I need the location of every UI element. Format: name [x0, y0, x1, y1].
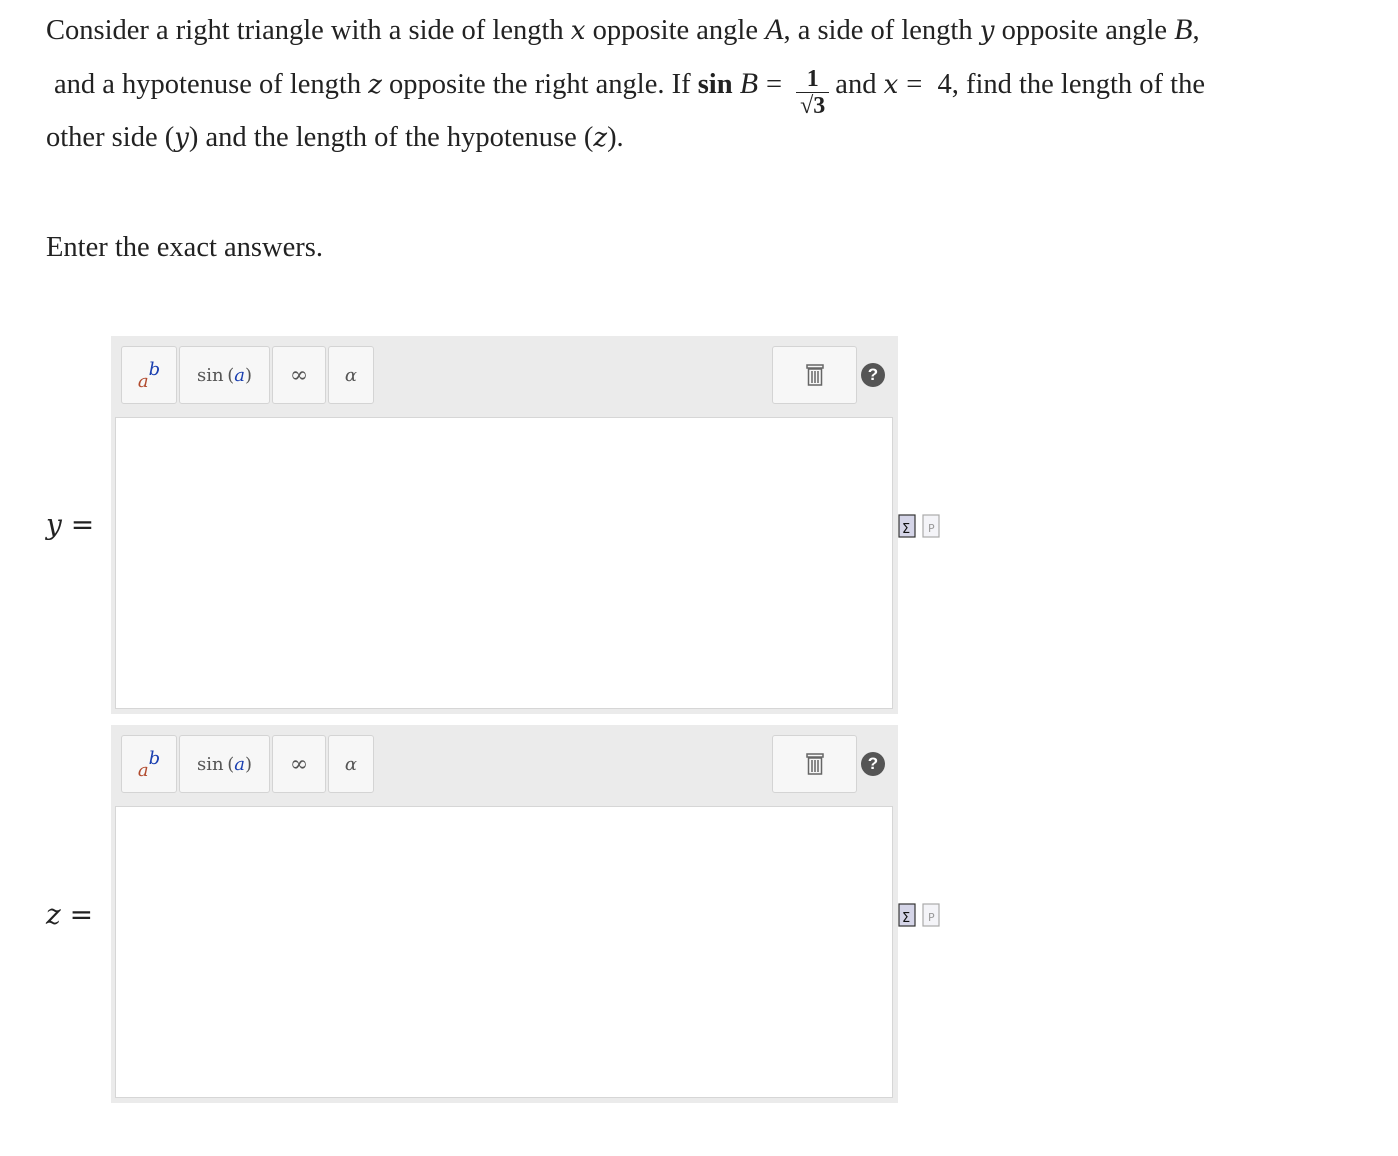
- equals-sign: =: [70, 508, 95, 541]
- equation-editor-icon[interactable]: Σ: [898, 514, 916, 538]
- function-arg: a: [234, 753, 245, 775]
- problem-text: and a hypotenuse of length: [54, 69, 369, 101]
- problem-text: and: [835, 69, 884, 101]
- fraction-denominator: √3: [796, 92, 830, 119]
- problem-text: ,: [1192, 15, 1200, 46]
- answer-tools-y: Σ P: [898, 514, 940, 538]
- answer-label-z: z =: [46, 898, 93, 931]
- equals-sign: =: [69, 898, 94, 931]
- alpha-symbol: α: [344, 753, 358, 775]
- help-button[interactable]: ?: [859, 346, 887, 404]
- equation-editor-icon[interactable]: Σ: [898, 903, 916, 927]
- svg-text:P: P: [928, 911, 935, 924]
- problem-line-1: Consider a right triangle with a side of…: [46, 12, 1200, 49]
- help-button[interactable]: ?: [859, 735, 887, 793]
- infinity-button[interactable]: ∞: [272, 346, 326, 404]
- problem-text: opposite the right angle. If: [381, 69, 698, 101]
- problem-line-3: other side (y) and the length of the hyp…: [46, 120, 624, 156]
- problem-text: other side (: [46, 122, 175, 153]
- function-button[interactable]: sin (a): [179, 735, 270, 793]
- problem-text: ).: [607, 122, 624, 153]
- clear-button[interactable]: [772, 735, 857, 793]
- problem-text: , a side of length: [783, 15, 980, 46]
- help-icon: ?: [861, 752, 885, 776]
- answer-var: z: [46, 898, 61, 931]
- answer-tools-z: Σ P: [898, 903, 940, 927]
- equals-sign: =: [906, 69, 923, 101]
- infinity-symbol: ∞: [289, 751, 309, 777]
- function-name: sin: [197, 753, 224, 775]
- math-editor-z: ab sin (a) ∞ α ?: [111, 725, 898, 1103]
- svg-text:Σ: Σ: [902, 911, 910, 926]
- answer-input-z[interactable]: [115, 806, 893, 1098]
- math-editor-y: ab sin (a) ∞ α ?: [111, 336, 898, 714]
- problem-text: Consider a right triangle with a side of…: [46, 15, 571, 46]
- var-y: y: [979, 16, 995, 46]
- var-z: z: [593, 123, 608, 153]
- function-arg: a: [234, 364, 245, 386]
- power-button[interactable]: ab: [121, 346, 177, 404]
- var-y: y: [174, 123, 189, 153]
- trash-icon: [805, 364, 824, 386]
- answer-label-y: y =: [46, 508, 94, 541]
- function-button[interactable]: sin (a): [179, 346, 270, 404]
- clear-button[interactable]: [772, 346, 857, 404]
- preview-icon[interactable]: P: [922, 514, 940, 538]
- trash-icon: [805, 753, 824, 775]
- help-icon: ?: [861, 363, 885, 387]
- equals-sign: =: [766, 69, 783, 101]
- greek-letters-button[interactable]: α: [328, 735, 374, 793]
- infinity-symbol: ∞: [289, 362, 309, 388]
- var-B: B: [1174, 13, 1193, 46]
- power-exponent: b: [148, 358, 161, 380]
- var-x: x: [570, 16, 586, 46]
- editor-toolbar: ab sin (a) ∞ α ?: [111, 725, 898, 805]
- problem-text: ) and the length of the hypotenuse (: [188, 122, 594, 153]
- fraction-1-over-sqrt3: 1 √3: [796, 66, 830, 119]
- answer-var: y: [46, 508, 62, 541]
- problem-text: opposite angle: [585, 15, 766, 46]
- var-z: z: [368, 70, 382, 101]
- problem-text: opposite angle: [994, 15, 1175, 46]
- instruction-text: Enter the exact answers.: [46, 232, 323, 263]
- var-x: x: [883, 70, 899, 101]
- power-base: a: [137, 759, 149, 781]
- svg-text:Σ: Σ: [902, 522, 910, 537]
- problem-text: 4, find the length of the: [930, 69, 1205, 101]
- var-B: B: [739, 67, 759, 101]
- function-name: sin: [197, 364, 224, 386]
- infinity-button[interactable]: ∞: [272, 735, 326, 793]
- svg-text:P: P: [928, 522, 935, 535]
- power-exponent: b: [148, 747, 161, 769]
- problem-line-2: and a hypotenuse of length z opposite th…: [54, 60, 1205, 119]
- sin-function: sin: [697, 69, 733, 101]
- editor-toolbar: ab sin (a) ∞ α ?: [111, 336, 898, 416]
- var-A: A: [765, 13, 784, 46]
- preview-icon[interactable]: P: [922, 903, 940, 927]
- fraction-numerator: 1: [806, 66, 819, 92]
- greek-letters-button[interactable]: α: [328, 346, 374, 404]
- answer-input-y[interactable]: [115, 417, 893, 709]
- power-base: a: [137, 370, 149, 392]
- power-button[interactable]: ab: [121, 735, 177, 793]
- alpha-symbol: α: [344, 364, 358, 386]
